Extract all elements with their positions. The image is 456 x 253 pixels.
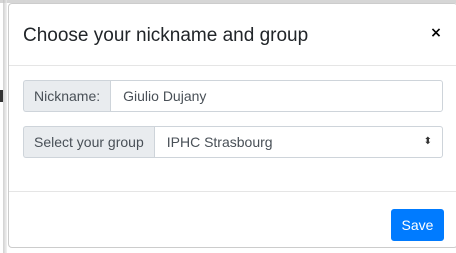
close-button[interactable]: × (429, 24, 443, 42)
modal-title: Choose your nickname and group (23, 25, 309, 46)
select-arrows-icon: ⬍ (423, 136, 432, 147)
modal-header: Choose your nickname and group × (9, 4, 456, 66)
group-label: Select your group (23, 126, 154, 158)
group-select-value: IPHC Strasbourg (166, 134, 273, 150)
background-page-fragment (0, 90, 3, 102)
group-input-group: Select your group IPHC Strasbourg ⬍ (23, 126, 443, 158)
nickname-input-group: Nickname: Giulio Dujany (23, 80, 443, 112)
modal-footer: Save (9, 191, 456, 247)
nickname-input[interactable]: Giulio Dujany (110, 80, 443, 112)
nickname-modal: Choose your nickname and group × Nicknam… (8, 3, 456, 248)
save-button[interactable]: Save (391, 209, 444, 241)
group-select[interactable]: IPHC Strasbourg ⬍ (153, 126, 443, 158)
nickname-label: Nickname: (23, 80, 111, 112)
backdrop-shadow (3, 0, 7, 253)
